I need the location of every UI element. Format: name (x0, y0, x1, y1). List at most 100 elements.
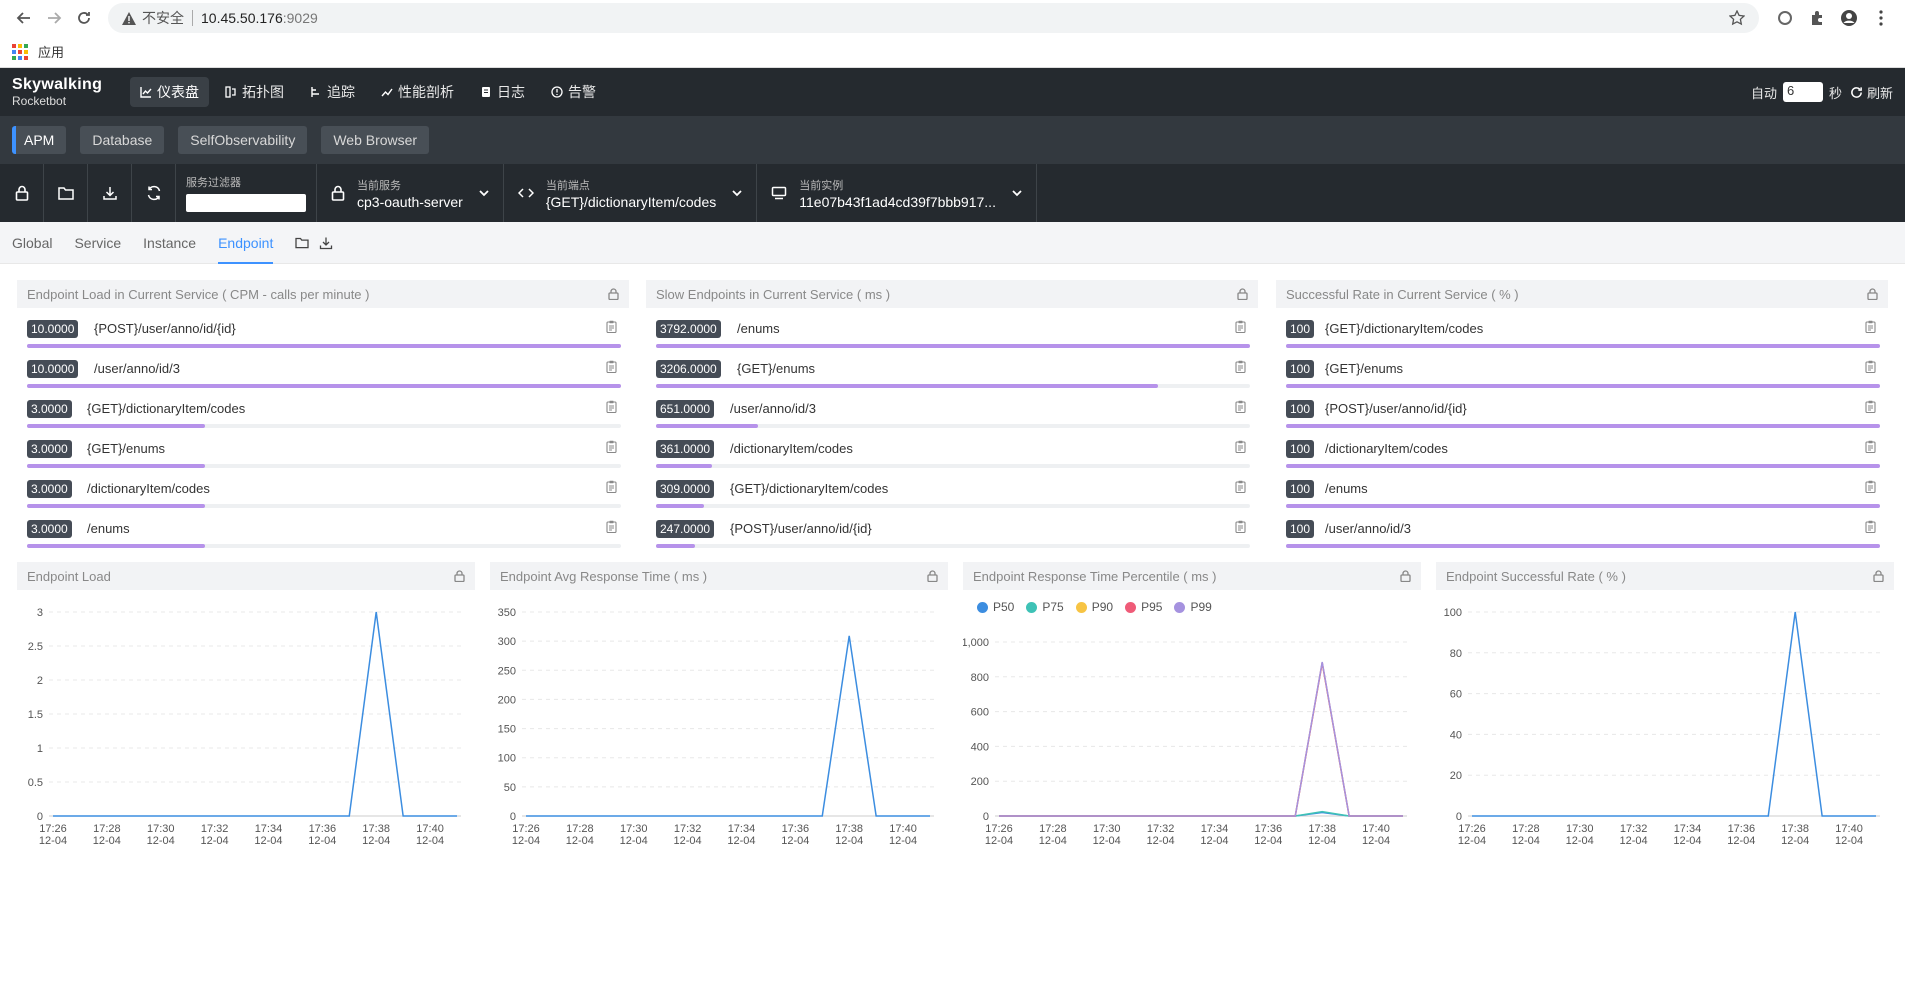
clipboard-icon[interactable] (1865, 400, 1876, 413)
list-item[interactable]: 361.0000/dictionaryItem/codes (656, 432, 1250, 472)
clipboard-icon[interactable] (606, 440, 617, 453)
layer-tab-apm[interactable]: APM (12, 126, 67, 154)
nav-item-profile[interactable]: 性能剖析 (371, 77, 464, 107)
lock-icon[interactable] (608, 288, 619, 300)
series-line-p95[interactable] (999, 662, 1403, 817)
tab-global[interactable]: Global (12, 222, 52, 264)
list-item[interactable]: 3.0000/enums (27, 512, 621, 552)
clipboard-icon[interactable] (1235, 440, 1246, 453)
series-line-p90[interactable] (999, 662, 1403, 817)
series-line[interactable] (526, 635, 930, 817)
list-item[interactable]: 100/enums (1286, 472, 1880, 512)
series-line-p99[interactable] (999, 661, 1403, 817)
panel-title: Slow Endpoints in Current Service ( ms ) (656, 286, 891, 302)
clipboard-icon[interactable] (1235, 360, 1246, 373)
clipboard-icon[interactable] (606, 480, 617, 493)
reload-icon[interactable] (70, 4, 98, 32)
extensions-puzzle-icon[interactable] (1803, 4, 1831, 32)
clipboard-icon[interactable] (1235, 480, 1246, 493)
layer-tab-selfobservability[interactable]: SelfObservability (178, 126, 308, 154)
back-icon[interactable] (10, 4, 38, 32)
list-item[interactable]: 100 {GET}/enums (1286, 352, 1880, 392)
lock-button[interactable] (0, 164, 44, 222)
nav-item-topology[interactable]: 拓扑图 (215, 77, 294, 107)
clipboard-icon[interactable] (606, 360, 617, 373)
server-icon (771, 186, 787, 200)
list-item[interactable]: 3.0000 {GET}/dictionaryItem/codes (27, 392, 621, 432)
extension-circle-icon[interactable] (1771, 4, 1799, 32)
clipboard-icon[interactable] (606, 400, 617, 413)
layer-tabs: APM Database SelfObservability Web Browser (0, 116, 1905, 164)
y-tick-label: 300 (498, 636, 516, 648)
list-item[interactable]: 3.0000/dictionaryItem/codes (27, 472, 621, 512)
lock-icon[interactable] (454, 570, 465, 582)
lock-icon[interactable] (927, 570, 938, 582)
y-tick-label: 0 (983, 811, 989, 823)
clipboard-icon[interactable] (1235, 320, 1246, 333)
list-item[interactable]: 100/dictionaryItem/codes (1286, 432, 1880, 472)
list-item[interactable]: 3206.0000 {GET}/enums (656, 352, 1250, 392)
series-line[interactable] (1472, 611, 1876, 817)
main-menu: 仪表盘 拓扑图 追踪 性能剖析 日志 告警 (130, 77, 612, 107)
address-bar[interactable]: 不安全 10.45.50.176:9029 (108, 3, 1759, 33)
service-filter-input[interactable] (186, 194, 306, 212)
clipboard-icon[interactable] (1865, 520, 1876, 533)
bookmark-apps-label[interactable]: 应用 (38, 42, 64, 61)
bookmark-star-icon[interactable] (1729, 10, 1745, 26)
clipboard-icon[interactable] (1865, 320, 1876, 333)
lock-icon[interactable] (1867, 288, 1878, 300)
instance-selector[interactable]: 当前实例 11e07b43f1ad4cd39f7bbb917... (757, 164, 1037, 222)
list-item[interactable]: 10.0000 {POST}/user/anno/id/{id} (27, 312, 621, 352)
apps-grid-icon[interactable] (12, 43, 28, 60)
y-tick-label: 20 (1450, 770, 1462, 782)
chevron-down-icon (479, 189, 489, 197)
list-item[interactable]: 651.0000/user/anno/id/3 (656, 392, 1250, 432)
list-panel-1: Endpoint Load in Current Service ( CPM -… (17, 280, 629, 552)
list-item[interactable]: 10.0000/user/anno/id/3 (27, 352, 621, 392)
export-template-icon[interactable] (319, 236, 333, 250)
panel-header: Endpoint Response Time Percentile ( ms ) (963, 562, 1421, 590)
clipboard-icon[interactable] (606, 320, 617, 333)
clipboard-icon[interactable] (1865, 360, 1876, 373)
value-badge: 3206.0000 (656, 360, 721, 378)
clipboard-icon[interactable] (1865, 440, 1876, 453)
layer-tab-web-browser[interactable]: Web Browser (321, 126, 430, 154)
list-item[interactable]: 100 {GET}/dictionaryItem/codes (1286, 312, 1880, 352)
refresh-button[interactable]: 刷新 (1850, 83, 1893, 102)
list-item[interactable]: 3792.0000/enums (656, 312, 1250, 352)
sync-button[interactable] (132, 164, 176, 222)
lock-icon[interactable] (1400, 570, 1411, 582)
line-chart: 0 200 400 600 800 1,000 17:26 12-04 17:28 12-04 17… (963, 637, 1407, 847)
import-template-icon[interactable] (295, 237, 310, 249)
nav-item-alarm[interactable]: 告警 (541, 77, 606, 107)
clipboard-icon[interactable] (1235, 520, 1246, 533)
clipboard-icon[interactable] (1235, 400, 1246, 413)
lock-icon[interactable] (1873, 570, 1884, 582)
export-button[interactable] (88, 164, 132, 222)
list-item[interactable]: 100 {POST}/user/anno/id/{id} (1286, 392, 1880, 432)
layer-tab-database[interactable]: Database (80, 126, 165, 154)
list-item[interactable]: 100/user/anno/id/3 (1286, 512, 1880, 552)
y-tick-label: 3 (37, 607, 43, 619)
endpoint-selector[interactable]: 当前端点 {GET}/dictionaryItem/codes (504, 164, 758, 222)
service-selector[interactable]: 当前服务 cp3-oauth-server (317, 164, 504, 222)
import-button[interactable] (44, 164, 88, 222)
profile-avatar-icon[interactable] (1835, 4, 1863, 32)
list-item[interactable]: 247.0000 {POST}/user/anno/id/{id} (656, 512, 1250, 552)
endpoint-name: /dictionaryItem/codes (730, 441, 853, 456)
clipboard-icon[interactable] (606, 520, 617, 533)
lock-icon[interactable] (1237, 288, 1248, 300)
list-item[interactable]: 309.0000 {GET}/dictionaryItem/codes (656, 472, 1250, 512)
forward-icon[interactable] (40, 4, 68, 32)
tab-instance[interactable]: Instance (143, 222, 196, 264)
top-navigation: Skywalking Rocketbot 仪表盘 拓扑图 追踪 性能剖析 日志 告警 自动… (0, 68, 1905, 116)
nav-item-dashboard[interactable]: 仪表盘 (130, 77, 209, 107)
list-item[interactable]: 3.0000 {GET}/enums (27, 432, 621, 472)
refresh-interval-input[interactable]: 6 (1782, 82, 1823, 102)
tab-endpoint[interactable]: Endpoint (218, 222, 274, 264)
clipboard-icon[interactable] (1865, 480, 1876, 493)
tab-service[interactable]: Service (74, 222, 121, 264)
browser-menu-icon[interactable] (1867, 4, 1895, 32)
nav-item-log[interactable]: 日志 (470, 77, 535, 107)
nav-item-trace[interactable]: 追踪 (300, 77, 365, 107)
